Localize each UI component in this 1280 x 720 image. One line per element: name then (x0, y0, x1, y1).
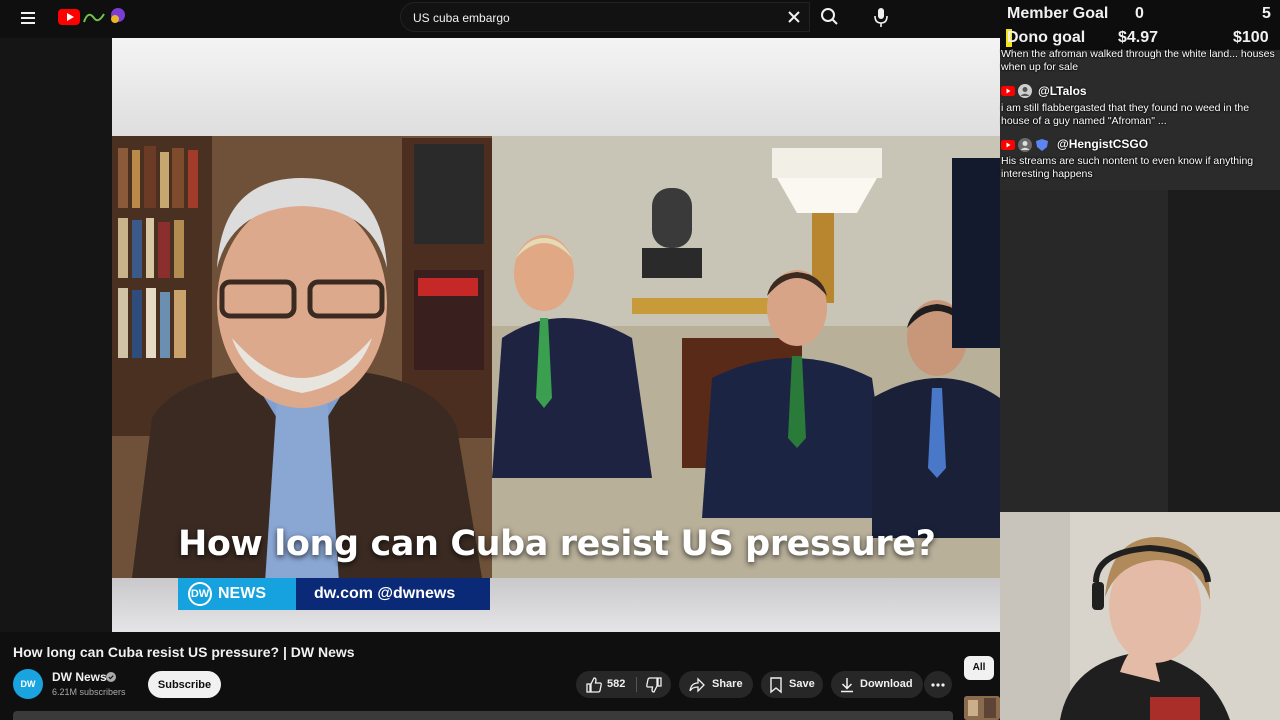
top-bar (0, 0, 1000, 36)
more-icon (931, 683, 945, 687)
recommended-video-thumbnail[interactable] (964, 696, 1000, 720)
clear-icon[interactable] (785, 8, 803, 26)
search-icon (821, 8, 838, 25)
voice-search-button[interactable] (866, 2, 896, 32)
menu-button[interactable] (16, 6, 40, 30)
youtube-logo-icon[interactable] (58, 6, 130, 28)
dono-goal-target: $100 (1233, 29, 1269, 46)
menu-icon (21, 12, 35, 14)
share-icon (689, 677, 705, 693)
overlay-filler (1000, 190, 1280, 512)
mic-icon (874, 8, 888, 27)
save-button[interactable]: Save (761, 671, 823, 698)
video-pillarbox (0, 38, 112, 632)
webcam-art (1000, 512, 1280, 720)
moderator-badge-icon (1036, 139, 1048, 151)
download-icon (841, 678, 853, 693)
chat-message: @LTalos i am still flabbergasted that th… (1000, 84, 1280, 132)
overlay-filler-inner (1168, 190, 1280, 512)
video-frame[interactable]: How long can Cuba resist US pressure? DW… (112, 38, 1000, 632)
like-button[interactable]: 582 (576, 671, 636, 698)
member-goal-current: 0 (1135, 5, 1144, 22)
member-goal-label: Member Goal (1007, 5, 1109, 22)
video-player[interactable]: How long can Cuba resist US pressure? DW… (0, 38, 1000, 632)
youtube-badge-icon (1001, 140, 1015, 150)
chat-username: @LTalos (1038, 84, 1087, 98)
channel-name[interactable]: DW News (52, 670, 107, 684)
youtube-badge-icon (1001, 86, 1015, 96)
dw-url-text: dw.com @dwnews (314, 585, 456, 602)
more-actions-button[interactable] (924, 671, 952, 698)
dislike-icon (646, 677, 662, 693)
like-dislike-group: 582 (576, 671, 671, 698)
chat-message-text: i am still flabbergasted that they found… (1001, 102, 1250, 127)
member-goal-target: 5 (1262, 5, 1271, 22)
thumbnail-art (964, 696, 1000, 720)
menu-icon-bar (21, 17, 35, 19)
dw-news-label: NEWS (218, 585, 266, 602)
verified-icon (106, 672, 116, 682)
user-avatar-icon (1018, 138, 1032, 152)
member-goal-row: Member Goal 0 5 (1000, 2, 1280, 26)
chat-message-text: When the afroman walked through the whit… (1001, 48, 1275, 73)
description-box-edge (13, 711, 953, 720)
goal-panel: Member Goal 0 5 Dono goal $4.97 $100 (1000, 0, 1280, 50)
share-label: Share (712, 678, 743, 690)
chat-message: @HengistCSGO His streams are such nonten… (1000, 137, 1280, 187)
chat-username: @HengistCSGO (1057, 137, 1149, 151)
menu-icon-bar (21, 22, 35, 24)
video-title: How long can Cuba resist US pressure? | … (13, 644, 355, 660)
chip-all[interactable]: All (964, 656, 994, 680)
search-input[interactable] (413, 9, 773, 27)
search-button[interactable] (814, 2, 846, 32)
dw-url-bar: dw.com @dwnews (296, 578, 490, 610)
subscribe-button[interactable]: Subscribe (148, 671, 221, 698)
dono-goal-row: Dono goal $4.97 $100 (1000, 26, 1280, 50)
video-headline: How long can Cuba resist US pressure? (178, 524, 936, 564)
download-button[interactable]: Download (831, 671, 923, 698)
like-count: 582 (607, 678, 626, 690)
like-icon (586, 677, 602, 693)
subscriber-count: 6.21M subscribers (52, 687, 126, 697)
dw-logo: DW (188, 582, 212, 606)
channel-avatar[interactable]: DW (13, 669, 43, 699)
dono-goal-label: Dono goal (1007, 29, 1086, 46)
chat-message: When the afroman walked through the whit… (1000, 48, 1280, 78)
search-box[interactable] (400, 2, 810, 32)
share-button[interactable]: Share (679, 671, 753, 698)
streamer-webcam (1000, 512, 1280, 720)
download-label: Download (860, 678, 913, 690)
save-label: Save (789, 678, 815, 690)
chat-message-text: His streams are such nontent to even kno… (1001, 155, 1254, 180)
dislike-button[interactable] (637, 671, 671, 698)
save-icon (770, 677, 782, 694)
user-avatar-icon (1018, 84, 1032, 98)
dw-news-badge: DW NEWS (178, 578, 296, 610)
dono-goal-current: $4.97 (1118, 29, 1159, 46)
